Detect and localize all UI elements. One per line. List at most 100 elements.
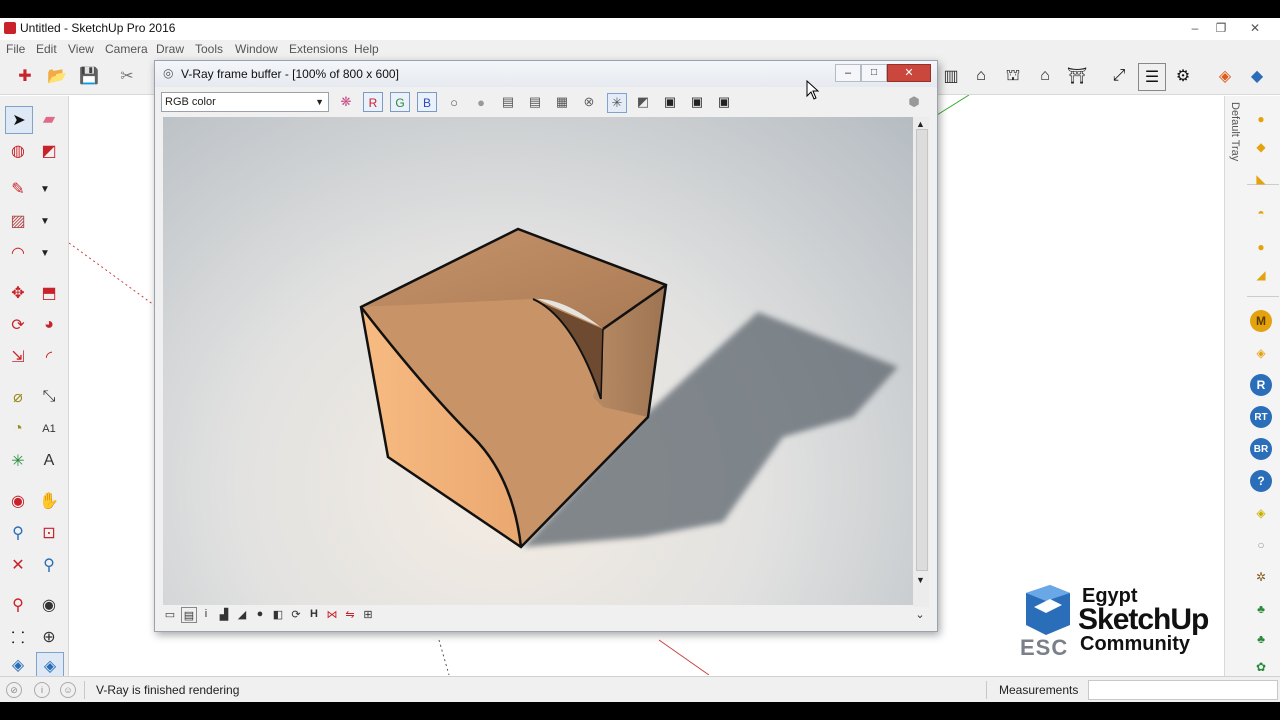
styles-icon[interactable]: ◆ (1244, 63, 1270, 89)
menu-edit[interactable]: Edit (36, 42, 57, 56)
red-channel-button[interactable]: R (363, 92, 383, 112)
vfb-color-correction-icon[interactable]: ◧ (271, 607, 285, 621)
extension-warehouse-icon[interactable]: ⛩ (1064, 63, 1090, 89)
components-icon[interactable]: ▥ (938, 63, 964, 89)
region-render-icon[interactable]: ◩ (634, 93, 652, 111)
monochrome-icon[interactable]: ● (472, 93, 490, 111)
fullscreen-icon[interactable]: ⤢ (1106, 63, 1132, 89)
vray-plane-icon[interactable]: ◆ (1250, 136, 1272, 158)
save-icon[interactable]: 💾 (76, 63, 102, 89)
vfb-maximize-button[interactable]: □ (861, 64, 887, 82)
vray-material-editor-icon[interactable]: M (1250, 310, 1272, 332)
protractor-icon[interactable]: ◔ (5, 416, 31, 442)
axes-icon[interactable]: ✳ (5, 448, 31, 474)
3d-text-icon[interactable]: A (36, 448, 62, 474)
layers-icon[interactable]: ◈ (1212, 63, 1238, 89)
orbit-icon[interactable]: ◉ (5, 488, 31, 514)
clear-image-icon[interactable]: ⊗ (580, 93, 598, 111)
render-image[interactable] (163, 117, 913, 605)
alpha-white-icon[interactable]: ○ (445, 93, 463, 111)
menu-camera[interactable]: Camera (105, 42, 148, 56)
vfb-layers-icon[interactable]: ▤ (181, 607, 197, 623)
make-component-icon[interactable]: ◩ (36, 138, 62, 164)
open-folder-icon[interactable]: 📂 (44, 63, 70, 89)
vray-sphere-icon[interactable]: ● (1250, 236, 1272, 258)
geo-location-icon[interactable]: ⊘ (6, 682, 22, 698)
chevron-down-icon[interactable]: ▼ (32, 176, 58, 202)
user-account-icon[interactable]: ☺ (60, 682, 76, 698)
menu-draw[interactable]: Draw (156, 42, 184, 56)
vfb-hsl-icon[interactable]: H (307, 607, 321, 621)
menu-tools[interactable]: Tools (195, 42, 223, 56)
restore-button[interactable]: ❐ (1208, 19, 1234, 37)
zoom-extents-icon[interactable]: ✕ (5, 552, 31, 578)
stop-render-icon[interactable]: ⬢ (905, 93, 923, 111)
render-last-icon[interactable]: ▣ (715, 93, 733, 111)
vray-proxy-tree-icon[interactable]: ♣ (1250, 598, 1272, 620)
credits-info-icon[interactable]: i (34, 682, 50, 698)
vray-render-button[interactable]: R (1250, 374, 1272, 396)
rotate-icon[interactable]: ⟳ (5, 312, 31, 338)
vfb-lens-effects-icon[interactable]: ⟳ (289, 607, 303, 621)
track-mouse-icon[interactable]: ✳ (607, 93, 627, 113)
push-pull-icon[interactable]: ⬒ (36, 280, 62, 306)
vfb-exposure-icon[interactable]: ● (253, 607, 267, 621)
eraser-icon[interactable]: ▰ (36, 106, 62, 132)
vfb-compare-icon[interactable]: ⇋ (343, 607, 357, 621)
vray-fur-icon[interactable]: ✲ (1250, 566, 1272, 588)
scroll-up-arrow-icon[interactable]: ▲ (916, 119, 925, 129)
save-image-icon[interactable]: ▤ (499, 93, 517, 111)
paint-bucket-icon[interactable]: ◍ (5, 138, 31, 164)
pan-hand-icon[interactable]: ✋ (36, 488, 62, 514)
scroll-thumb[interactable] (916, 129, 928, 571)
vfb-settings-icon[interactable]: ▭ (163, 607, 177, 621)
save-all-icon[interactable]: ▤ (526, 93, 544, 111)
vray-tag-icon[interactable]: ◈ (1250, 342, 1272, 364)
vfb-histogram-icon[interactable]: ▟ (217, 607, 231, 621)
sandbox-icon[interactable]: ◈ (5, 652, 31, 678)
channel-select[interactable]: RGB color ▼ (161, 92, 329, 112)
text-label-icon[interactable]: A1 (36, 416, 62, 442)
walk-footprints-icon[interactable]: ⸬ (5, 624, 31, 650)
vray-tag-yellow-icon[interactable]: ◈ (1250, 502, 1272, 524)
vfb-curves-icon[interactable]: ◢ (235, 607, 249, 621)
film-strip-icon[interactable]: ▣ (661, 93, 679, 111)
offset-icon[interactable]: ◜ (36, 344, 62, 370)
vfb-lut-icon[interactable]: ⊞ (361, 607, 375, 621)
vfb-close-button[interactable]: ✕ (887, 64, 931, 82)
vfb-levels-icon[interactable]: ⋈ (325, 607, 339, 621)
vray-sphere-white-icon[interactable]: ○ (1250, 534, 1272, 556)
menu-file[interactable]: File (6, 42, 25, 56)
warehouse-icon[interactable]: ⛫ (1000, 63, 1026, 89)
minimize-button[interactable]: – (1182, 19, 1208, 37)
follow-me-icon[interactable]: ◕ (36, 312, 62, 338)
vfb-info-icon[interactable]: i (199, 607, 213, 621)
zoom-icon[interactable]: ⚲ (5, 520, 31, 546)
section-plane-icon[interactable]: ⊕ (36, 624, 62, 650)
move-icon[interactable]: ✥ (5, 280, 31, 306)
outliner-icon[interactable]: ☰ (1138, 63, 1166, 91)
zoom-window-icon[interactable]: ⊡ (36, 520, 62, 546)
settings-gear-icon[interactable]: ⚙ (1170, 63, 1196, 89)
cut-icon[interactable]: ✂ (114, 63, 140, 89)
select-arrow-icon[interactable]: ➤ (5, 106, 33, 134)
chevron-down-icon[interactable]: ▼ (32, 240, 58, 266)
vray-brush-icon[interactable]: ◢ (1250, 264, 1272, 286)
home-icon[interactable]: ⌂ (968, 63, 994, 89)
scale-icon[interactable]: ⇲ (5, 344, 31, 370)
vfb-history-icon[interactable]: ▣ (688, 93, 706, 111)
vray-tree-icon[interactable]: ♣ (1250, 628, 1272, 650)
rectangle-icon[interactable]: ▨ (5, 208, 31, 234)
load-image-icon[interactable]: ▦ (553, 93, 571, 111)
menu-view[interactable]: View (68, 42, 94, 56)
vray-help-button[interactable]: ? (1250, 470, 1272, 492)
vfb-minimize-button[interactable]: – (835, 64, 861, 82)
look-around-eye-icon[interactable]: ◉ (36, 592, 62, 618)
vray-mesh-icon[interactable]: ◣ (1250, 168, 1272, 190)
close-button[interactable]: ✕ (1242, 19, 1268, 37)
green-channel-button[interactable]: G (390, 92, 410, 112)
arc-icon[interactable]: ◠ (5, 240, 31, 266)
measurements-input[interactable] (1088, 680, 1278, 700)
vray-rt-render-button[interactable]: RT (1250, 406, 1272, 428)
position-camera-icon[interactable]: ⚲ (5, 592, 31, 618)
